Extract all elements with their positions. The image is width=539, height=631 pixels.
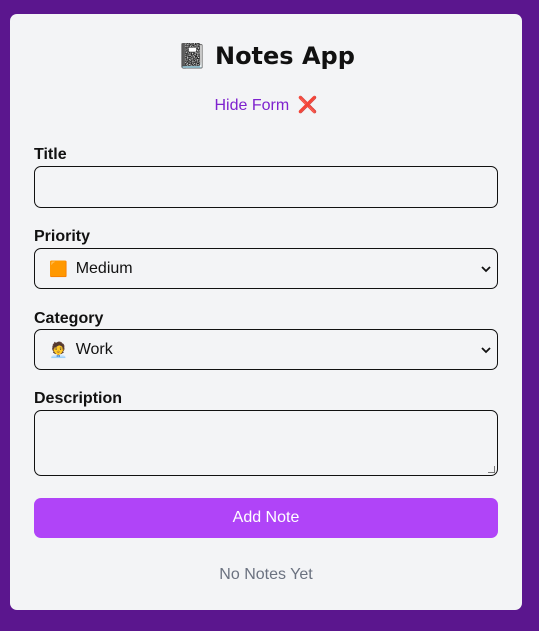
priority-selected-value: Medium [75,259,133,277]
resize-handle-icon[interactable] [488,466,495,473]
description-label: Description [34,390,123,407]
office-worker-icon: 🧑‍💼 [49,341,68,359]
hide-form-label: Hide Form [214,97,290,114]
add-note-button[interactable]: Add Note [34,498,498,538]
notes-card: 📓 Notes App Hide Form ❌ Title Priority 🟧 … [10,14,522,610]
category-label: Category [34,310,104,327]
orange-square-icon: 🟧 [49,260,68,278]
title-label: Title [34,146,67,163]
priority-select[interactable]: 🟧 Medium [34,248,498,289]
category-select[interactable]: 🧑‍💼 Work [34,329,498,370]
notebook-icon: 📓 [177,42,207,70]
hide-form-toggle[interactable]: Hide Form ❌ [10,96,522,116]
description-textarea[interactable] [34,410,498,476]
title-input[interactable] [34,166,498,208]
close-icon: ❌ [297,97,318,114]
chevron-down-icon [481,265,491,272]
chevron-down-icon [481,346,491,353]
priority-label: Priority [34,228,91,245]
page-title: 📓 Notes App [10,40,522,72]
empty-notes-message: No Notes Yet [219,566,313,583]
app-title-text: Notes App [214,42,355,70]
category-selected-value: Work [75,340,113,358]
